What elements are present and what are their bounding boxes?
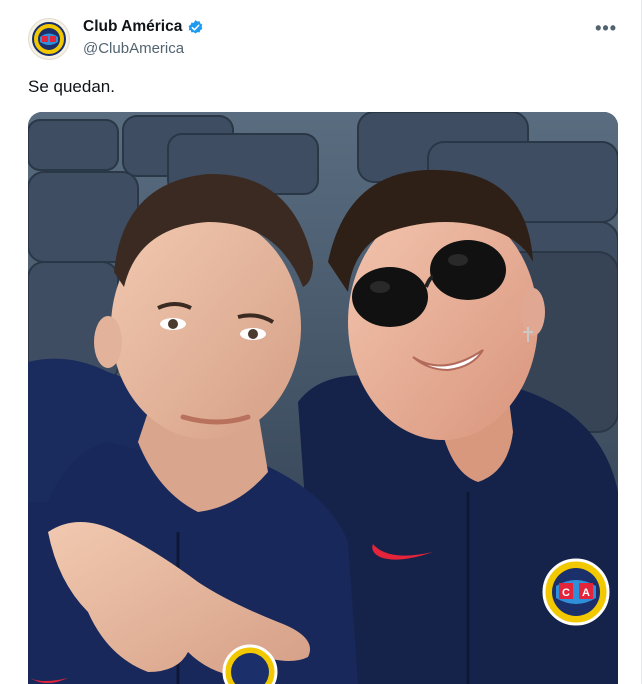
author-avatar[interactable] bbox=[28, 18, 70, 60]
crest-letter-right: A bbox=[582, 587, 590, 599]
tweet-text: Se quedan. bbox=[28, 77, 115, 96]
tweet-card: Club América @ClubAmerica ••• Se quedan. bbox=[0, 0, 642, 684]
author-name[interactable]: Club América bbox=[83, 18, 182, 36]
jersey-crest-icon: C A bbox=[542, 558, 610, 626]
photo-illustration: C A bbox=[28, 112, 618, 684]
verified-badge-icon bbox=[189, 19, 203, 34]
jersey-crest-partial-icon bbox=[222, 644, 278, 684]
more-horizontal-icon: ••• bbox=[595, 18, 617, 38]
author-name-row[interactable]: Club América bbox=[83, 18, 204, 36]
club-america-crest-icon bbox=[32, 22, 66, 56]
crest-letter-left: C bbox=[562, 587, 570, 599]
more-options-button[interactable]: ••• bbox=[595, 18, 617, 39]
author-handle[interactable]: @ClubAmerica bbox=[83, 40, 184, 57]
tweet-photo[interactable]: C A bbox=[28, 112, 618, 684]
